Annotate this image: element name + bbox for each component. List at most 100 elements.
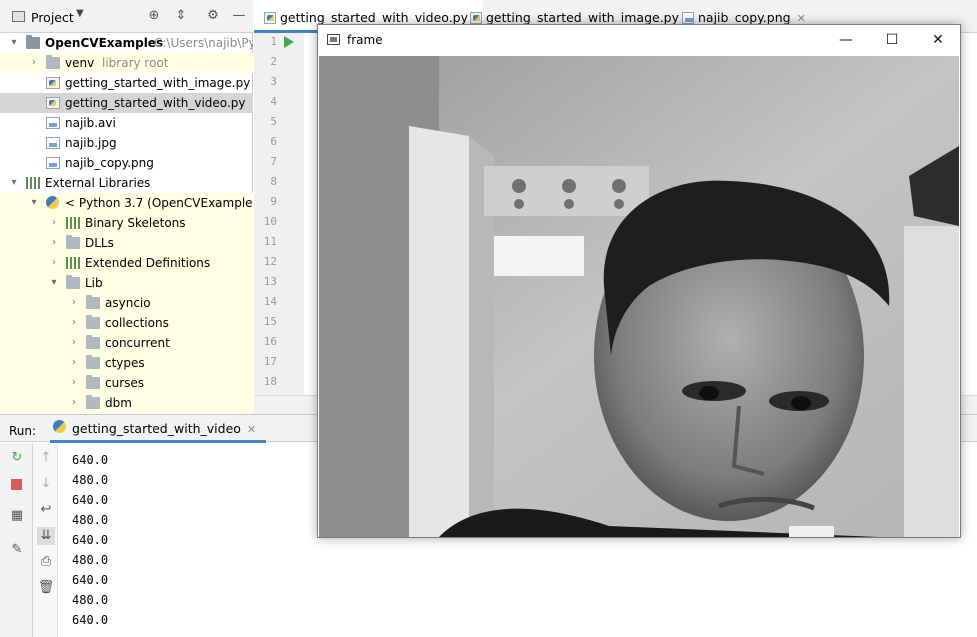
python-file-icon <box>264 12 276 24</box>
libraries-icon <box>26 177 40 189</box>
run-label: Run: <box>9 424 37 438</box>
chevron-right-icon[interactable]: › <box>68 393 80 413</box>
tree-item-label: getting_started_with_video.py <box>65 96 246 110</box>
chevron-down-icon[interactable]: ▾ <box>8 173 20 193</box>
minimize-button[interactable]: — <box>823 25 869 55</box>
chevron-down-icon[interactable]: ▾ <box>28 193 40 213</box>
tree-item[interactable]: ▾< Python 3.7 (OpenCVExamples) >C:\Users… <box>0 193 253 213</box>
line-number: 17 <box>263 355 277 368</box>
hide-panel-icon[interactable]: — <box>230 7 248 25</box>
close-button[interactable]: ✕ <box>915 25 961 55</box>
tree-item[interactable]: najib.jpg <box>0 133 253 153</box>
libraries-icon <box>66 257 80 269</box>
tree-item[interactable]: ▾ External Libraries <box>0 173 253 193</box>
tree-item[interactable]: najib.avi <box>0 113 253 133</box>
tree-item-label: concurrent <box>105 336 170 350</box>
frame-window[interactable]: frame — ☐ ✕ <box>317 24 961 538</box>
folder-icon <box>66 235 80 249</box>
tree-item-label: najib.jpg <box>65 136 117 150</box>
locate-target-icon[interactable]: ⊕ <box>145 7 163 25</box>
line-number: 1 <box>270 35 277 48</box>
run-config-tab[interactable]: getting_started_with_video ✕ <box>50 417 267 443</box>
gear-icon[interactable]: ⚙ <box>204 7 222 25</box>
folder-icon <box>86 315 100 329</box>
tree-item[interactable]: ▾ OpenCVExamplesC:\Users\najib\PycharmPro… <box>0 33 253 53</box>
line-number: 9 <box>270 195 277 208</box>
soft-wrap-icon[interactable]: ↩ <box>37 501 55 519</box>
chevron-right-icon[interactable]: › <box>68 353 80 373</box>
chevron-right-icon[interactable]: › <box>48 233 60 253</box>
maximize-button[interactable]: ☐ <box>869 25 915 55</box>
tree-item[interactable]: › Binary Skeletons <box>0 213 253 233</box>
tree-item[interactable]: › collections <box>0 313 253 333</box>
pin-icon[interactable]: ✎ <box>8 541 26 559</box>
layout-icon[interactable]: ▦ <box>8 507 26 525</box>
line-number: 6 <box>270 135 277 148</box>
view-chooser-chevron-down-icon[interactable]: ▼ <box>76 8 84 19</box>
line-number: 12 <box>263 255 277 268</box>
chevron-right-icon[interactable]: › <box>68 373 80 393</box>
file-icon <box>46 117 60 129</box>
arrow-up-icon[interactable]: ↑ <box>37 449 55 467</box>
folder-icon <box>86 355 100 369</box>
console-line: 640.0 <box>72 613 109 627</box>
project-view-icon <box>12 11 25 22</box>
image-file-icon <box>682 12 694 24</box>
chevron-down-icon[interactable]: ▾ <box>48 273 60 293</box>
chevron-right-icon[interactable]: › <box>68 293 80 313</box>
collapse-all-icon[interactable]: ⇕ <box>172 7 190 25</box>
line-number: 10 <box>263 215 277 228</box>
chevron-down-icon[interactable]: ▾ <box>8 33 20 53</box>
line-number: 13 <box>263 275 277 288</box>
line-number: 18 <box>263 375 277 388</box>
console-line: 640.0 <box>72 573 109 587</box>
run-tab-label: getting_started_with_video <box>72 421 241 436</box>
line-number: 4 <box>270 95 277 108</box>
line-number: 2 <box>270 55 277 68</box>
trash-icon[interactable]: 🗑 <box>37 579 55 597</box>
project-view-title[interactable]: Project <box>31 10 74 25</box>
tree-item[interactable]: ▾ Lib <box>0 273 253 293</box>
folder-icon <box>86 295 100 309</box>
tree-item[interactable]: › venv library root <box>0 53 253 73</box>
console-line: 640.0 <box>72 533 109 547</box>
tree-item[interactable]: › asyncio <box>0 293 253 313</box>
chevron-right-icon[interactable]: › <box>68 313 80 333</box>
image-file-icon <box>46 157 60 169</box>
chevron-right-icon[interactable]: › <box>28 53 40 73</box>
chevron-right-icon[interactable]: › <box>48 213 60 233</box>
stop-icon[interactable] <box>11 479 22 490</box>
folder-icon <box>86 375 100 389</box>
rerun-icon[interactable]: ↻ <box>8 449 26 467</box>
tree-item-label: asyncio <box>105 296 151 310</box>
run-line-marker-icon[interactable] <box>284 36 294 48</box>
tree-item[interactable]: najib_copy.png <box>0 153 253 173</box>
tree-item[interactable]: getting_started_with_video.py <box>0 93 253 113</box>
tree-item-label: External Libraries <box>45 176 151 190</box>
editor-tab-label: getting_started_with_image.py <box>486 10 680 25</box>
tree-item-label: dbm <box>105 396 132 410</box>
scroll-to-end-icon[interactable]: ⇊ <box>37 527 55 545</box>
tree-item[interactable]: › DLLs <box>0 233 253 253</box>
arrow-down-icon[interactable]: ↓ <box>37 475 55 493</box>
tree-item-label: najib_copy.png <box>65 156 154 170</box>
tree-item[interactable]: › ctypes <box>0 353 253 373</box>
line-number: 16 <box>263 335 277 348</box>
libraries-icon <box>66 217 80 229</box>
python-file-icon <box>470 12 482 24</box>
tree-item[interactable]: getting_started_with_image.py <box>0 73 253 93</box>
tree-item-hint: C:\Users\najib\PycharmProjects\OpenCVExa… <box>154 36 253 50</box>
tree-item-label: curses <box>105 376 145 390</box>
frame-titlebar[interactable]: frame — ☐ ✕ <box>318 25 960 55</box>
image-file-icon <box>46 137 60 149</box>
chevron-right-icon[interactable]: › <box>68 333 80 353</box>
window-icon <box>327 34 340 45</box>
tree-item[interactable]: › curses <box>0 373 253 393</box>
console-toolbar: ↑ ↓ ↩ ⇊ ⎙ 🗑 <box>33 443 58 637</box>
tree-item[interactable]: › dbm <box>0 393 253 413</box>
tree-item[interactable]: › concurrent <box>0 333 253 353</box>
tree-item[interactable]: › Extended Definitions <box>0 253 253 273</box>
chevron-right-icon[interactable]: › <box>48 253 60 273</box>
close-icon[interactable]: ✕ <box>247 423 256 436</box>
print-icon[interactable]: ⎙ <box>37 553 55 571</box>
